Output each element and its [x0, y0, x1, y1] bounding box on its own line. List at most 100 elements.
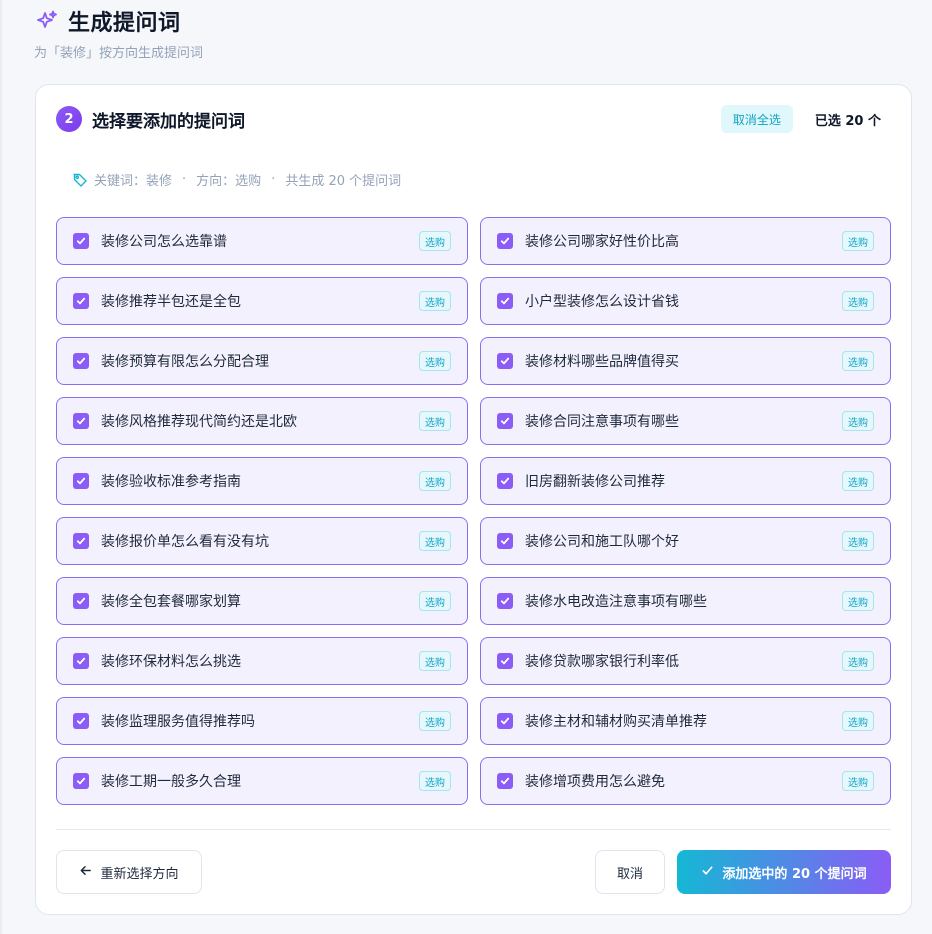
check-icon [701, 864, 714, 881]
page-title: 生成提问词 [68, 11, 181, 36]
prompt-item[interactable]: 小户型装修怎么设计省钱 选购 [480, 277, 891, 325]
page-header: 生成提问词 为「装修」按方向生成提问词 [34, 6, 203, 61]
checkbox-checked-icon[interactable] [73, 293, 89, 309]
checkbox-checked-icon[interactable] [497, 413, 513, 429]
sparkle-icon [34, 8, 60, 34]
prompt-item[interactable]: 装修预算有限怎么分配合理 选购 [56, 337, 468, 385]
checkbox-checked-icon[interactable] [497, 713, 513, 729]
checkbox-checked-icon[interactable] [497, 353, 513, 369]
prompt-item[interactable]: 装修公司怎么选靠谱 选购 [56, 217, 468, 265]
meta-separator: · [182, 172, 187, 187]
direction-tag: 选购 [419, 411, 451, 431]
tag-icon [72, 172, 88, 188]
deselect-all-button[interactable]: 取消全选 [720, 105, 793, 133]
direction-tag: 选购 [419, 651, 451, 671]
checkbox-checked-icon[interactable] [497, 233, 513, 249]
prompt-list: 装修公司怎么选靠谱 选购 装修公司哪家好性价比高 选购 装修推荐半包还是全包 选购 小户型装… [56, 217, 891, 805]
prompt-item[interactable]: 装修贷款哪家银行利率低 选购 [480, 637, 891, 685]
prompt-item[interactable]: 装修环保材料怎么挑选 选购 [56, 637, 468, 685]
direction-tag: 选购 [419, 291, 451, 311]
prompt-item-text: 装修监理服务值得推荐吗 [101, 714, 255, 730]
meta-keyword: 关键词：装修 [94, 174, 173, 189]
checkbox-checked-icon[interactable] [497, 653, 513, 669]
window-edge [0, 0, 2, 934]
prompt-item-text: 装修增项费用怎么避免 [525, 774, 665, 790]
prompt-item-text: 装修工期一般多久合理 [101, 774, 241, 790]
direction-tag: 选购 [842, 471, 874, 491]
selected-count: 已选 20 个 [814, 113, 881, 129]
prompt-item[interactable]: 装修主材和辅材购买清单推荐 选购 [480, 697, 891, 745]
add-button-label: 添加选中的 20 个提问词 [722, 866, 867, 882]
direction-tag: 选购 [419, 591, 451, 611]
header-actions: 取消全选 已选 20 个 [720, 105, 891, 133]
meta-row: 关键词：装修 · 方向：选购 · 共生成 20 个提问词 [72, 170, 401, 189]
checkbox-checked-icon[interactable] [73, 653, 89, 669]
prompt-item-text: 装修验收标准参考指南 [101, 474, 241, 490]
page-subtitle: 为「装修」按方向生成提问词 [34, 46, 204, 61]
prompt-item-text: 装修合同注意事项有哪些 [525, 414, 679, 430]
direction-tag: 选购 [419, 471, 451, 491]
direction-tag: 选购 [842, 771, 874, 791]
prompt-item[interactable]: 装修验收标准参考指南 选购 [56, 457, 468, 505]
prompt-item-text: 装修报价单怎么看有没有坑 [101, 534, 269, 550]
checkbox-checked-icon[interactable] [73, 773, 89, 789]
checkbox-checked-icon[interactable] [73, 233, 89, 249]
meta-total: 共生成 20 个提问词 [285, 174, 402, 189]
prompt-item-text: 装修风格推荐现代简约还是北欧 [101, 414, 297, 430]
cancel-button[interactable]: 取消 [595, 850, 665, 894]
title-row: 生成提问词 [34, 6, 203, 36]
checkbox-checked-icon[interactable] [497, 473, 513, 489]
direction-tag: 选购 [419, 771, 451, 791]
prompt-item[interactable]: 装修材料哪些品牌值得买 选购 [480, 337, 891, 385]
checkbox-checked-icon[interactable] [73, 533, 89, 549]
prompt-item[interactable]: 旧房翻新装修公司推荐 选购 [480, 457, 891, 505]
footer-divider [56, 829, 891, 830]
prompt-item-text: 装修贷款哪家银行利率低 [525, 654, 679, 670]
checkbox-checked-icon[interactable] [73, 353, 89, 369]
direction-tag: 选购 [842, 291, 874, 311]
meta-direction: 方向：选购 [196, 174, 262, 189]
prompt-item-text: 装修公司哪家好性价比高 [525, 234, 679, 250]
back-button[interactable]: 重新选择方向 [56, 850, 202, 894]
checkbox-checked-icon[interactable] [73, 473, 89, 489]
prompt-item[interactable]: 装修工期一般多久合理 选购 [56, 757, 468, 805]
prompt-item[interactable]: 装修公司哪家好性价比高 选购 [480, 217, 891, 265]
checkbox-checked-icon[interactable] [497, 533, 513, 549]
direction-tag: 选购 [842, 591, 874, 611]
prompt-item-text: 装修公司怎么选靠谱 [101, 234, 227, 250]
prompt-item-text: 装修预算有限怎么分配合理 [101, 354, 269, 370]
prompt-item[interactable]: 装修水电改造注意事项有哪些 选购 [480, 577, 891, 625]
checkbox-checked-icon[interactable] [497, 773, 513, 789]
direction-tag: 选购 [842, 411, 874, 431]
checkbox-checked-icon[interactable] [73, 593, 89, 609]
prompt-item[interactable]: 装修风格推荐现代简约还是北欧 选购 [56, 397, 468, 445]
direction-tag: 选购 [419, 231, 451, 251]
prompt-item[interactable]: 装修合同注意事项有哪些 选购 [480, 397, 891, 445]
checkbox-checked-icon[interactable] [73, 713, 89, 729]
prompt-item-text: 装修推荐半包还是全包 [101, 294, 241, 310]
card-header: 2 选择要添加的提问词 取消全选 已选 20 个 [56, 105, 891, 133]
prompt-item-text: 旧房翻新装修公司推荐 [525, 474, 665, 490]
checkbox-checked-icon[interactable] [497, 593, 513, 609]
card-title: 选择要添加的提问词 [92, 111, 245, 132]
direction-tag: 选购 [842, 351, 874, 371]
direction-tag: 选购 [842, 531, 874, 551]
checkbox-checked-icon[interactable] [497, 293, 513, 309]
checkbox-checked-icon[interactable] [73, 413, 89, 429]
direction-tag: 选购 [419, 711, 451, 731]
prompt-item-text: 装修水电改造注意事项有哪些 [525, 594, 707, 610]
prompt-item[interactable]: 装修报价单怎么看有没有坑 选购 [56, 517, 468, 565]
prompt-item[interactable]: 装修监理服务值得推荐吗 选购 [56, 697, 468, 745]
prompt-item-text: 装修公司和施工队哪个好 [525, 534, 679, 550]
direction-tag: 选购 [419, 351, 451, 371]
prompt-item[interactable]: 装修增项费用怎么避免 选购 [480, 757, 891, 805]
direction-tag: 选购 [419, 531, 451, 551]
direction-tag: 选购 [842, 711, 874, 731]
add-selected-button[interactable]: 添加选中的 20 个提问词 [677, 850, 891, 894]
prompt-item[interactable]: 装修全包套餐哪家划算 选购 [56, 577, 468, 625]
prompt-item[interactable]: 装修推荐半包还是全包 选购 [56, 277, 468, 325]
prompt-item[interactable]: 装修公司和施工队哪个好 选购 [480, 517, 891, 565]
prompt-item-text: 装修全包套餐哪家划算 [101, 594, 241, 610]
back-button-label: 重新选择方向 [100, 866, 179, 882]
direction-tag: 选购 [842, 651, 874, 671]
